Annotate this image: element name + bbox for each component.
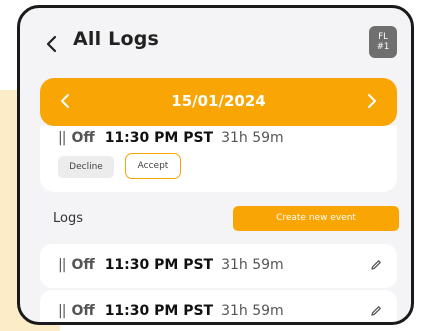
back-chevron-icon[interactable] xyxy=(44,32,60,56)
app-screen: All Logs FL #1 15/01/2024 || Off 11:30 P… xyxy=(17,5,414,325)
event-status: Off xyxy=(71,257,95,273)
log-item[interactable]: || Off 11:30 PM PST 31h 59m xyxy=(40,244,397,288)
create-new-event-button[interactable]: Create new event xyxy=(233,206,399,231)
header: All Logs FL #1 xyxy=(20,8,411,78)
pause-icon: || xyxy=(58,303,67,319)
accept-button[interactable]: Accept xyxy=(125,153,181,179)
avatar-initials: FL xyxy=(378,32,388,42)
event-time: 11:30 PM PST xyxy=(104,130,214,146)
event-status: Off xyxy=(71,303,95,319)
pause-icon: || xyxy=(58,257,67,273)
pause-icon: || xyxy=(58,130,67,146)
event-duration: 31h 59m xyxy=(221,257,284,273)
date-selector: 15/01/2024 xyxy=(40,78,397,126)
event-duration: 31h 59m xyxy=(221,303,284,319)
log-row: || Off 11:30 PM PST 31h 59m xyxy=(58,257,284,273)
event-duration: 31h 59m xyxy=(221,130,284,146)
logs-section-label: Logs xyxy=(53,211,83,226)
event-time: 11:30 PM PST xyxy=(104,257,214,273)
page-title: All Logs xyxy=(73,28,160,50)
next-date-chevron-icon[interactable] xyxy=(365,88,379,114)
pending-event-card: || Off 11:30 PM PST 31h 59m Decline Acce… xyxy=(40,126,397,192)
pencil-icon[interactable] xyxy=(369,304,383,318)
pencil-icon[interactable] xyxy=(369,258,383,272)
avatar-number: #1 xyxy=(376,42,390,52)
pending-event-row: || Off 11:30 PM PST 31h 59m xyxy=(58,130,284,146)
current-date: 15/01/2024 xyxy=(171,92,266,110)
decline-button[interactable]: Decline xyxy=(58,156,114,178)
log-row: || Off 11:30 PM PST 31h 59m xyxy=(58,303,284,319)
log-item[interactable]: || Off 11:30 PM PST 31h 59m xyxy=(40,290,397,322)
event-time: 11:30 PM PST xyxy=(104,303,214,319)
driver-avatar[interactable]: FL #1 xyxy=(369,26,397,58)
event-status: Off xyxy=(71,130,95,146)
